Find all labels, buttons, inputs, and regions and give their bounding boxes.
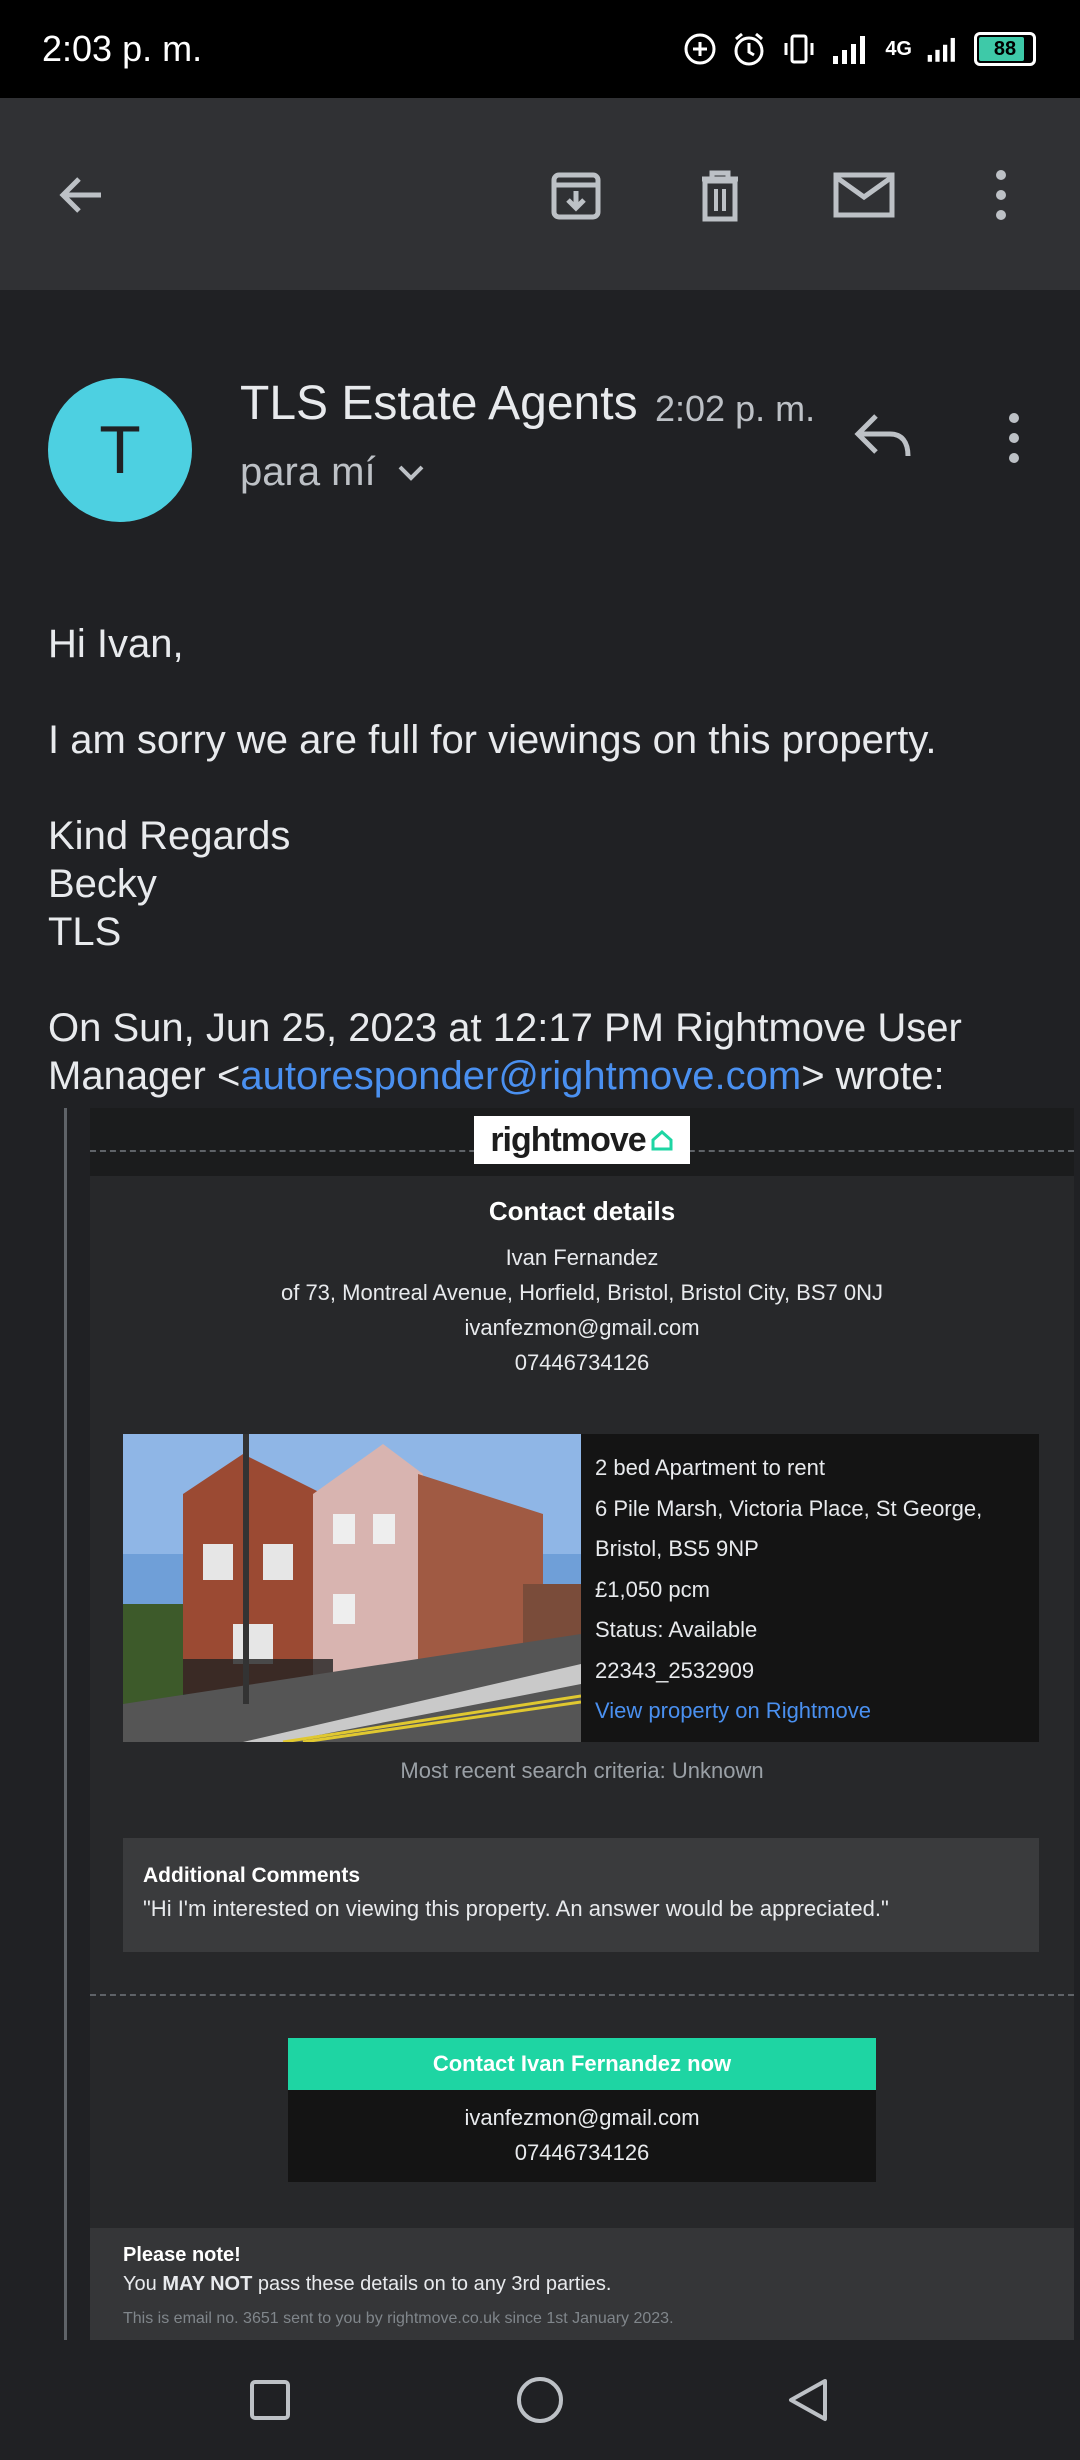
rightmove-email: rightmove Contact details Ivan Fernandez… [90,1108,1074,2340]
quote-outro: > wrote: [801,1054,945,1098]
rightmove-header: rightmove [90,1108,1074,1176]
avatar-letter: T [99,412,141,488]
contact-box-phone[interactable]: 07446734126 [288,2135,876,2170]
mail-icon [833,172,895,218]
rightmove-logo: rightmove [474,1116,690,1164]
quote-header: On Sun, Jun 25, 2023 at 12:17 PM Rightmo… [48,1004,1048,1100]
contact-box-email[interactable]: ivanfezmon@gmail.com [288,2100,876,2135]
search-criteria: Most recent search criteria: Unknown [400,1758,764,1783]
property-ref: 22343_2532909 [595,1657,755,1683]
logo-text: rightmove [490,1120,646,1159]
contact-now-button[interactable]: Contact Ivan Fernandez now [288,2038,876,2090]
arrow-back-icon [59,177,101,213]
property-details: 2 bed Apartment to rent 6 Pile Marsh, Vi… [595,1448,982,1732]
recipient-label: para mí [240,450,376,494]
battery-percent: 88 [993,37,1017,60]
house-logo-icon [651,1129,673,1151]
circle-icon [517,2377,563,2423]
archive-icon [551,172,601,220]
note-prefix: You [123,2273,163,2295]
note-suffix: pass these details on to any 3rd parties… [252,2273,612,2295]
note-small-print: This is email no. 3651 sent to you by ri… [123,2310,674,2327]
reply-button[interactable] [852,408,922,468]
property-type: 2 bed Apartment to rent [595,1455,825,1480]
quote-bar [64,1108,67,2340]
more-vert-icon [996,170,1006,220]
app-bar [0,98,1080,290]
message-text: I am sorry we are full for viewings on t… [48,718,937,762]
please-note: Please note! You MAY NOT pass these deta… [90,2228,1074,2340]
home-button[interactable] [510,2370,570,2430]
network-type: 4G [885,38,912,60]
nav-back-button[interactable] [778,2370,838,2430]
sender-name[interactable]: TLS Estate Agents [240,376,638,431]
contact-email[interactable]: ivanfezmon@gmail.com [90,1310,1074,1345]
recipient-toggle[interactable]: para mí [240,450,426,495]
property-price: £1,050 pcm [595,1576,710,1602]
triangle-back-icon [789,2379,827,2421]
contact-name: Ivan Fernandez [505,1245,659,1270]
contact-details-title: Contact details [488,1196,676,1226]
square-icon [250,2380,290,2420]
additional-comments: Additional Comments "Hi I'm interested o… [123,1838,1039,1952]
note-title: Please note! [123,2244,241,2266]
delete-button[interactable] [685,160,755,230]
status-time: 2:03 p. m. [42,28,203,69]
sign-off-line: TLS [48,910,122,954]
mark-unread-button[interactable] [829,160,899,230]
sender-avatar[interactable]: T [48,378,192,522]
sign-off-line: Kind Regards [48,814,291,858]
data-saver-icon [684,33,716,65]
quote-email-link[interactable]: autoresponder@rightmove.com [240,1054,801,1098]
comments-text: "Hi I'm interested on viewing this prope… [143,1896,889,1921]
alarm-icon [734,32,764,66]
recents-button[interactable] [240,2370,300,2430]
system-nav-bar [0,2340,1080,2460]
sign-off-line: Becky [48,862,157,906]
property-status: Status: Available [595,1617,758,1642]
contact-box: ivanfezmon@gmail.com 07446734126 [288,2090,876,2182]
message-more-button[interactable] [1004,410,1024,466]
sign-off: Kind Regards Becky TLS [48,812,1048,956]
note-text: You MAY NOT pass these details on to any… [123,2273,1041,2296]
email-time: 2:02 p. m. [655,388,816,429]
section-divider [90,1994,1074,1996]
contact-details: Ivan Fernandez of 73, Montreal Avenue, H… [90,1240,1074,1380]
comments-title: Additional Comments [143,1864,361,1887]
email-body: Hi Ivan, I am sorry we are full for view… [48,620,1048,1148]
trash-icon [702,170,738,222]
note-bold: MAY NOT [162,2273,253,2295]
back-button[interactable] [46,160,116,230]
contact-address: of 73, Montreal Avenue, Horfield, Bristo… [280,1280,883,1305]
signal-icon [833,36,866,64]
property-card[interactable]: 2 bed Apartment to rent 6 Pile Marsh, Vi… [123,1434,1039,1742]
property-photo[interactable] [123,1434,581,1742]
greeting: Hi Ivan, [48,622,184,666]
more-options-button[interactable] [966,160,1036,230]
view-property-link[interactable]: View property on Rightmove [595,1691,982,1732]
property-address-1: 6 Pile Marsh, Victoria Place, St George, [595,1495,983,1521]
property-address-2: Bristol, BS5 9NP [595,1536,759,1561]
reply-icon [854,414,911,457]
property-photo-image [123,1434,581,1742]
more-vert-icon [1009,413,1019,463]
contact-phone[interactable]: 07446734126 [90,1345,1074,1380]
status-bar: 2:03 p. m. 4G 88 [0,0,1080,98]
status-icons: 4G 88 [683,31,1036,67]
signal-icon-2 [927,37,955,62]
chevron-down-icon [398,465,424,481]
vibrate-icon [784,34,814,64]
battery-icon: 88 [974,32,1036,66]
archive-button[interactable] [541,160,611,230]
